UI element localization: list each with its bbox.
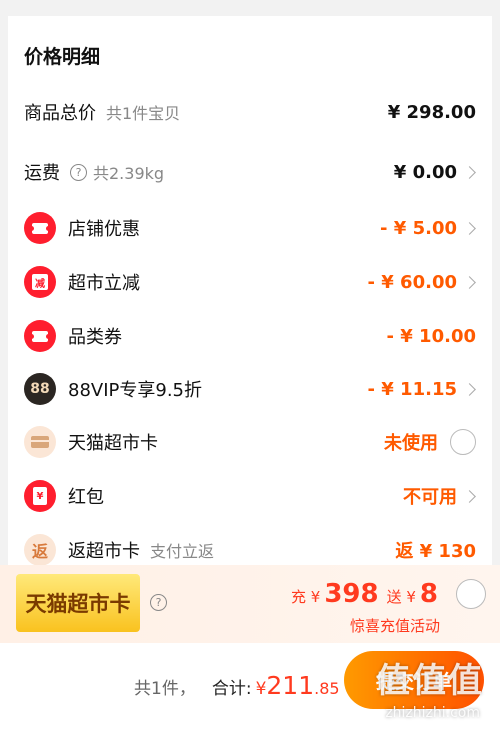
- gift-amount: 8: [419, 579, 438, 609]
- row-red-packet[interactable]: ¥ 红包 不可用: [8, 476, 492, 516]
- row-status-wrap: 未使用: [384, 429, 476, 455]
- card-icon: [24, 426, 56, 458]
- promo-offer: 充 ¥ 398 送 ¥ 8: [291, 579, 438, 609]
- row-sub: 支付立返: [150, 542, 215, 561]
- row-label: 商品总价: [24, 103, 96, 124]
- item-count: 共1件，: [134, 679, 196, 699]
- cashback-icon: 返: [24, 534, 56, 566]
- currency-symbol: ¥: [255, 679, 267, 699]
- row-amount-wrap: - ¥ 11.15: [368, 379, 476, 400]
- row-amount: - ¥ 11.15: [367, 378, 457, 400]
- coupon-icon: [24, 212, 56, 244]
- total-decimal: .85: [314, 679, 340, 698]
- row-label: 品类券: [68, 327, 122, 348]
- row-88vip[interactable]: 88 88VIP专享9.5折 - ¥ 11.15: [8, 369, 492, 409]
- help-icon[interactable]: ?: [150, 594, 167, 611]
- recharge-promo-banner[interactable]: 天猫超市卡 ? 充 ¥ 398 送 ¥ 8 惊喜充值活动: [0, 565, 500, 643]
- chevron-right-icon: [463, 275, 476, 289]
- row-market-cut[interactable]: 减 超市立减 - ¥ 60.00: [8, 262, 492, 302]
- coupon-icon: [24, 320, 56, 352]
- row-amount: ¥ 0.00: [393, 161, 457, 183]
- total-label: 合计:: [211, 679, 252, 699]
- row-label: 天猫超市卡: [68, 433, 158, 454]
- row-amount-wrap: ¥ 0.00: [394, 162, 476, 183]
- chevron-right-icon: [463, 221, 476, 235]
- row-label: 红包: [68, 487, 104, 508]
- row-amount-wrap: - ¥ 5.00: [380, 218, 476, 239]
- charge-amount: 398: [324, 579, 379, 609]
- red-packet-icon: ¥: [24, 480, 56, 512]
- select-radio[interactable]: [450, 429, 476, 455]
- row-label: 88VIP专享9.5折: [68, 380, 203, 401]
- row-status: 不可用: [403, 487, 457, 508]
- promo-subtitle: 惊喜充值活动: [349, 617, 440, 635]
- submit-order-button[interactable]: 提交订单: [344, 651, 484, 709]
- row-category-coupon: 品类券 - ¥ 10.00: [8, 316, 492, 356]
- vip-88-icon: 88: [24, 373, 56, 405]
- price-detail-card: 价格明细 商品总价 共1件宝贝 ¥ 298.00 运费 ? 共2.39kg ¥ …: [8, 0, 492, 628]
- order-total: 共1件， 合计: ¥ 211 .85: [134, 671, 340, 700]
- row-shop-discount[interactable]: 店铺优惠 - ¥ 5.00: [8, 208, 492, 248]
- row-sub: 共1件宝贝: [106, 104, 181, 123]
- row-label: 返超市卡: [68, 541, 140, 562]
- row-amount: 返 ¥ 130: [395, 541, 476, 562]
- row-label: 运费: [24, 163, 60, 184]
- row-amount: - ¥ 60.00: [367, 271, 457, 293]
- gift-prefix: 送 ¥: [386, 588, 416, 606]
- row-label: 超市立减: [68, 273, 140, 294]
- row-shipping[interactable]: 运费 ? 共2.39kg ¥ 0.00: [8, 152, 492, 192]
- price-detail-panel: 价格明细 商品总价 共1件宝贝 ¥ 298.00 运费 ? 共2.39kg ¥ …: [8, 20, 492, 628]
- row-label: 店铺优惠: [68, 219, 140, 240]
- section-title: 价格明细: [24, 46, 101, 68]
- row-sub: 共2.39kg: [93, 164, 165, 183]
- row-amount: - ¥ 10.00: [386, 325, 476, 347]
- help-icon[interactable]: ?: [70, 163, 87, 181]
- row-status: 未使用: [384, 433, 438, 454]
- chevron-right-icon: [463, 382, 476, 396]
- discount-icon: 减: [24, 266, 56, 298]
- chevron-right-icon: [463, 489, 476, 503]
- total-integer: 211: [266, 671, 315, 700]
- charge-prefix: 充 ¥: [291, 588, 321, 606]
- checkout-bar: 共1件， 合计: ¥ 211 .85 提交订单 值值值 zhizhizhi.co…: [0, 643, 500, 730]
- row-amount-wrap: - ¥ 60.00: [368, 272, 476, 293]
- row-market-card[interactable]: 天猫超市卡 未使用: [8, 422, 492, 462]
- row-amount: - ¥ 5.00: [380, 217, 457, 239]
- row-amount: ¥ 298.00: [387, 101, 476, 123]
- chevron-right-icon: [463, 165, 476, 179]
- market-card-badge: 天猫超市卡: [16, 574, 140, 632]
- row-cashback: 返 返超市卡 支付立返 返 ¥ 130: [8, 530, 492, 570]
- row-status-wrap: 不可用: [403, 483, 476, 509]
- row-total-price: 商品总价 共1件宝贝 ¥ 298.00: [8, 92, 492, 132]
- promo-select-radio[interactable]: [456, 579, 486, 609]
